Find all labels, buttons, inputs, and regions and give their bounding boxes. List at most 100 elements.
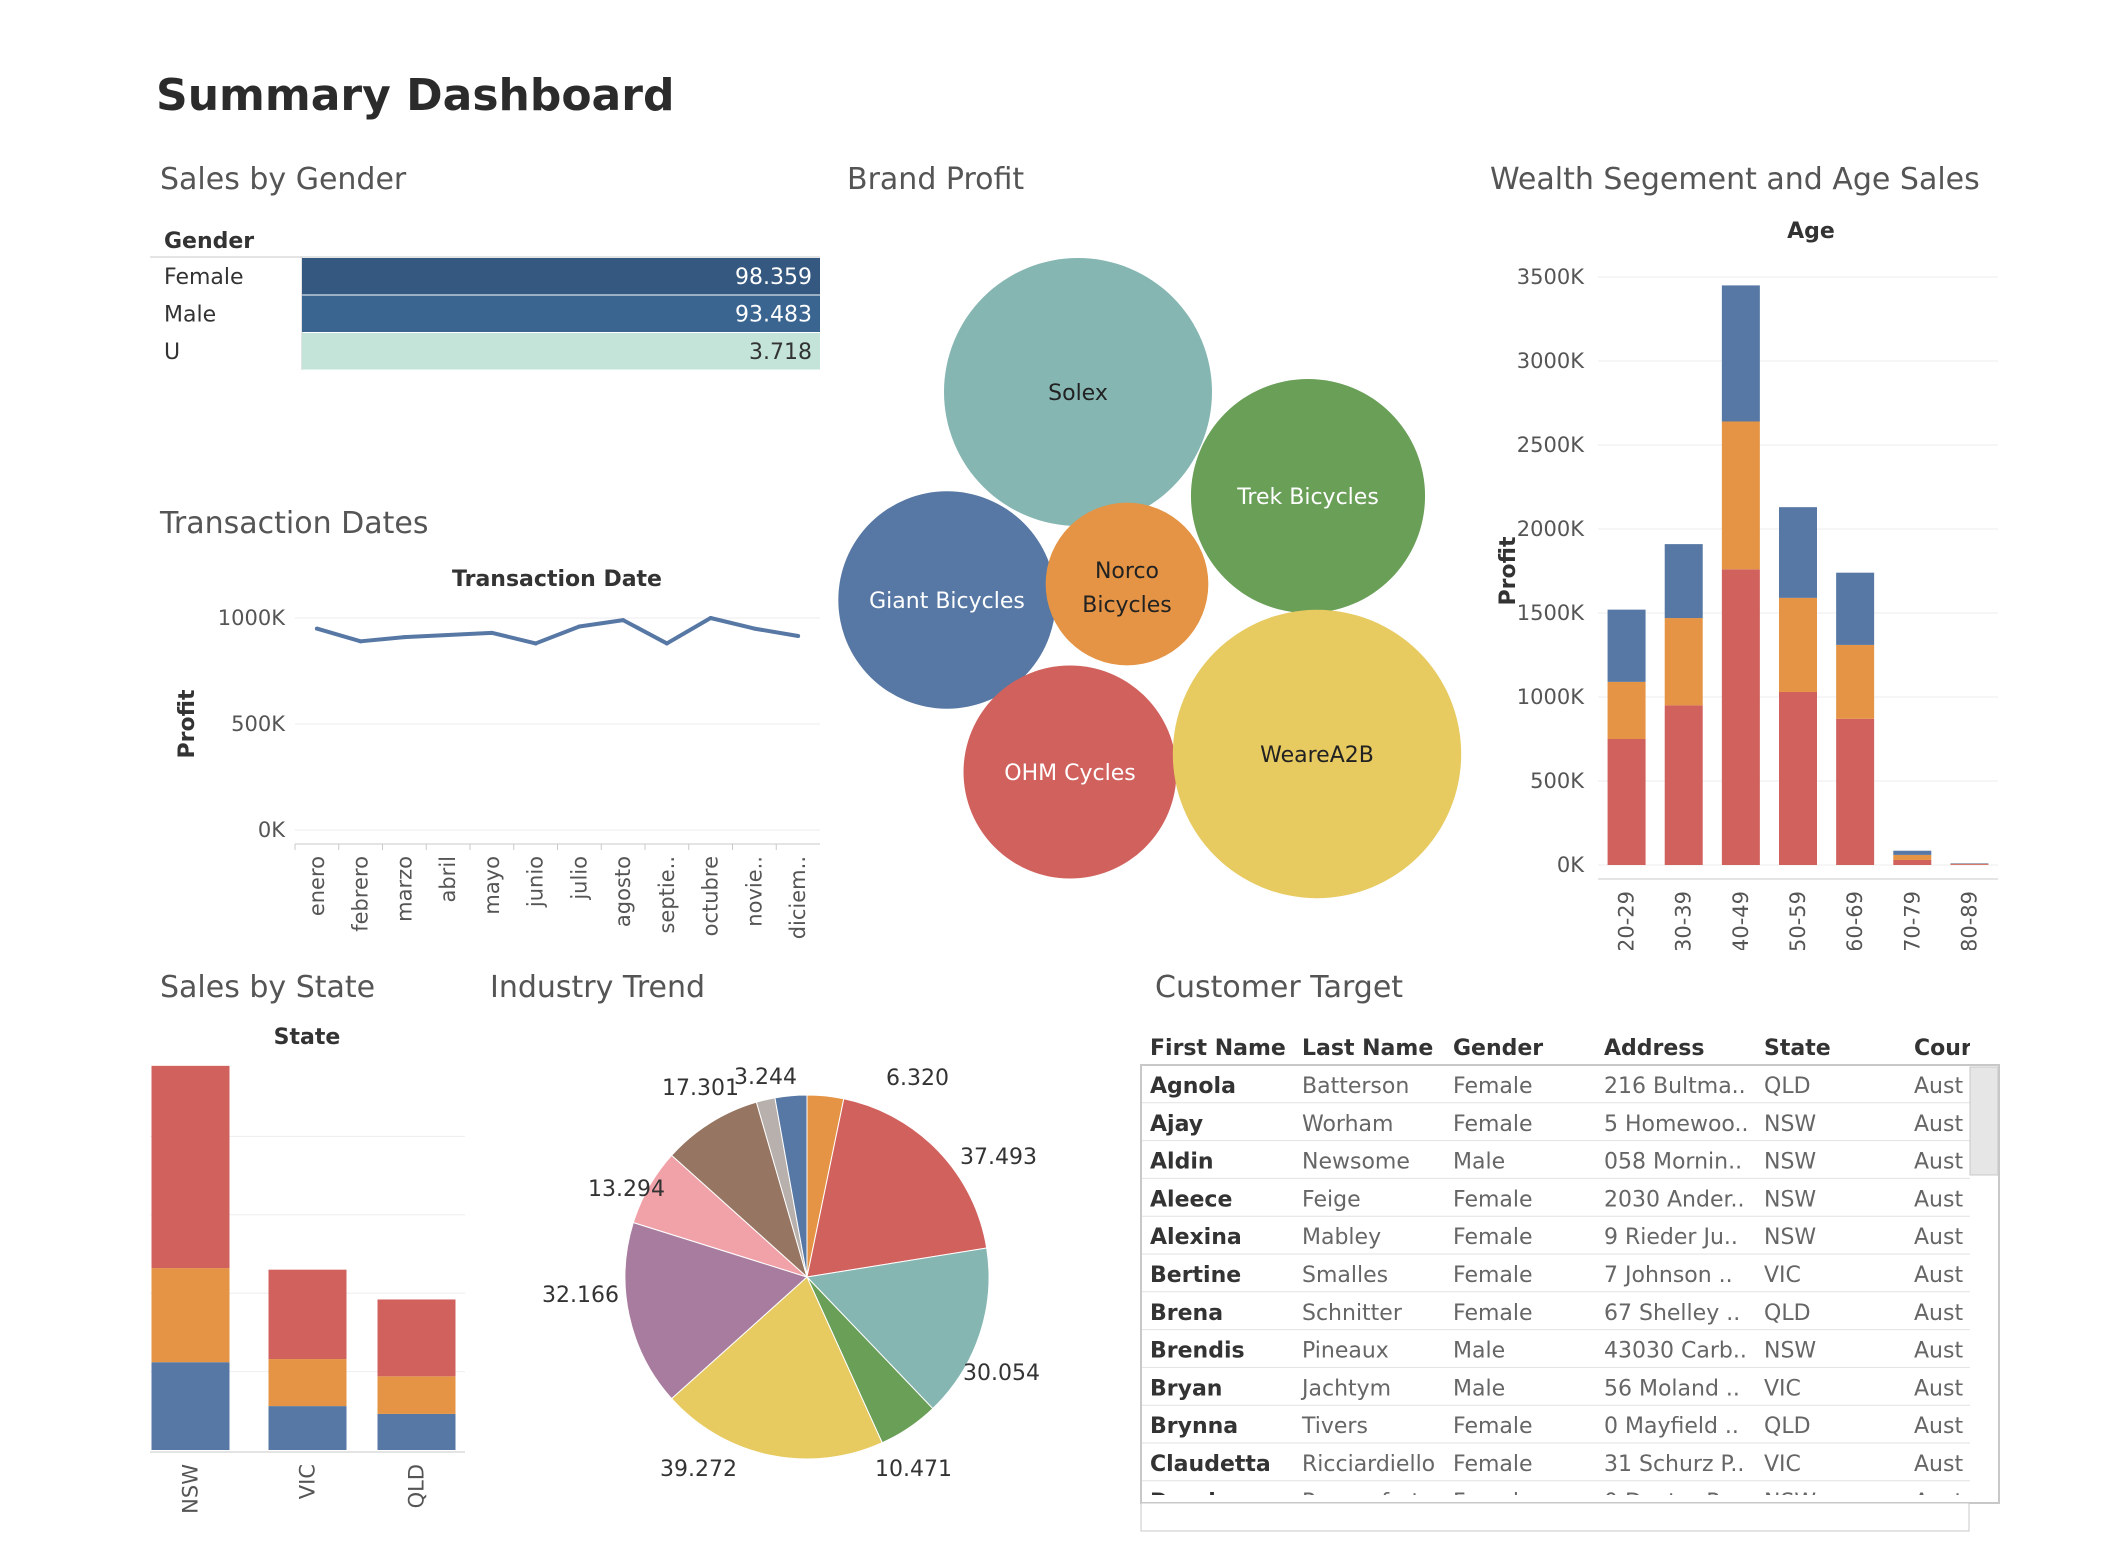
- table-cell: NSW: [1764, 1339, 1816, 1364]
- table-row[interactable]: Agnola Batterson Female 216 Bultma.. QLD Aust: [1140, 1074, 1970, 1104]
- table-cell: Aust: [1914, 1263, 1963, 1288]
- dates-point: [752, 626, 757, 631]
- sales-by-gender-title: Sales by Gender: [160, 162, 407, 197]
- table-cell: 7 Johnson ..: [1604, 1263, 1733, 1288]
- wealth-ytick: 3500K: [1517, 265, 1585, 289]
- table-horizontal-scrollbar[interactable]: [1140, 1502, 1970, 1532]
- table-row[interactable]: Brendis Pineaux Male 43030 Carb.. NSW Aust: [1140, 1339, 1970, 1368]
- wealth-bar-40-49-blue: [1721, 285, 1760, 422]
- column-header: State: [1764, 1036, 1831, 1061]
- table-row[interactable]: Brynna Tivers Female 0 Mayfield .. QLD Aust: [1140, 1414, 1970, 1444]
- dates-xtick: diciem..: [786, 856, 810, 939]
- dates-point: [664, 641, 669, 646]
- table-cell: Aust: [1914, 1225, 1963, 1250]
- table-cell: Tivers: [1301, 1414, 1368, 1439]
- wealth-ytick: 0K: [1557, 853, 1585, 877]
- wealth-bar-60-69-red: [1836, 718, 1875, 865]
- table-cell: Ajay: [1150, 1112, 1203, 1137]
- dates-point: [358, 639, 363, 644]
- dates-xtick: agosto: [611, 856, 635, 927]
- dates-point: [446, 632, 451, 637]
- table-row[interactable]: Brena Schnitter Female 67 Shelley .. QLD Aust: [1140, 1301, 1970, 1331]
- dates-point: [314, 626, 319, 631]
- column-header: Address: [1604, 1036, 1704, 1061]
- table-cell: Aldin: [1150, 1150, 1214, 1175]
- table-cell: NSW: [1764, 1187, 1816, 1212]
- table-row[interactable]: Bryan Jachtym Male 56 Moland .. VIC Aust: [1140, 1376, 1970, 1406]
- dates-point: [708, 616, 713, 620]
- table-cell: 43030 Carb..: [1604, 1339, 1747, 1364]
- wealth-bar-20-29-blue: [1607, 609, 1646, 682]
- wealth-bar-80-89-blue: [1950, 863, 1989, 864]
- table-cell: Aust: [1914, 1074, 1963, 1099]
- wealth-ytick: 2000K: [1517, 517, 1585, 541]
- state-xtick: NSW: [179, 1464, 203, 1514]
- table-cell: VIC: [1764, 1263, 1801, 1288]
- pie-label: 32.166: [542, 1283, 619, 1308]
- dates-xtick: febrero: [349, 856, 373, 932]
- table-cell: Brena: [1150, 1301, 1223, 1326]
- table-row[interactable]: Aldin Newsome Male 058 Mornin.. NSW Aust: [1140, 1150, 1970, 1179]
- wealth-bar-70-79-blue: [1893, 850, 1932, 855]
- table-cell: Feige: [1302, 1187, 1361, 1212]
- table-cell: Male: [1453, 1339, 1505, 1364]
- customer-target-table[interactable]: First Name Last Name Gender Address State Cou…: [1140, 1025, 2010, 1535]
- pie-label: 37.493: [960, 1145, 1037, 1170]
- table-cell: Smalles: [1302, 1263, 1388, 1288]
- table-cell: Aust: [1914, 1339, 1963, 1364]
- gender-value: 3.718: [749, 340, 812, 365]
- table-cell: 31 Schurz P..: [1604, 1452, 1744, 1477]
- table-cell: 2030 Ander..: [1604, 1187, 1745, 1212]
- table-cell: 216 Bultma..: [1604, 1074, 1746, 1099]
- pie-label: 6.320: [886, 1066, 949, 1091]
- table-row[interactable]: Bertine Smalles Female 7 Johnson .. VIC Aust: [1140, 1263, 1970, 1293]
- table-row[interactable]: Aleece Feige Female 2030 Ander.. NSW Aust: [1140, 1187, 1970, 1217]
- gender-label: Female: [164, 265, 244, 290]
- table-row[interactable]: Claudetta Ricciardiello Female 31 Schurz P.…: [1140, 1452, 1970, 1482]
- wealth-bar-60-69-orange: [1836, 644, 1875, 719]
- table-row[interactable]: Alexina Mabley Female 9 Rieder Ju.. NSW Aust: [1140, 1225, 1970, 1255]
- bubble-label: Trek Bicycles: [1236, 485, 1379, 510]
- state-bar-VIC-orange: [268, 1359, 347, 1407]
- state-bar-QLD-orange: [377, 1376, 456, 1414]
- wealth-xtick: 20-29: [1615, 891, 1639, 950]
- table-cell: Brendis: [1150, 1339, 1245, 1364]
- table-cell: 9 Rieder Ju..: [1604, 1225, 1738, 1250]
- wealth-bar-70-79-orange: [1893, 854, 1932, 860]
- table-cell: Aust: [1914, 1452, 1963, 1477]
- gender-bar-u: [302, 333, 820, 370]
- wealth-bar-20-29-red: [1607, 739, 1646, 865]
- dates-point: [489, 630, 494, 635]
- table-cell: Aust: [1914, 1414, 1963, 1439]
- pie-label: 13.294: [588, 1177, 665, 1202]
- state-bar-VIC-red: [268, 1269, 347, 1360]
- state-xtick: VIC: [296, 1464, 320, 1499]
- dates-ytick: 0K: [258, 818, 286, 842]
- table-cell: Newsome: [1302, 1150, 1410, 1175]
- state-bar-QLD-red: [377, 1299, 456, 1377]
- bubble-label: Norco: [1095, 559, 1159, 584]
- wealth-xtick: 70-79: [1900, 891, 1924, 950]
- table-row[interactable]: Ajay Worham Female 5 Homewoo.. NSW Aust: [1140, 1112, 1970, 1142]
- table-cell: Female: [1453, 1263, 1533, 1288]
- dates-xtick: mayo: [480, 856, 504, 915]
- dates-xtick: novie..: [742, 856, 766, 927]
- state-bar-NSW-blue: [151, 1362, 230, 1450]
- wealth-bar-30-39-red: [1664, 705, 1703, 865]
- table-cell: Brynna: [1150, 1414, 1238, 1439]
- sales-by-state-chart: State NSW VIC QLD: [150, 1025, 465, 1514]
- table-cell: 67 Shelley ..: [1604, 1301, 1740, 1326]
- table-cell: 5 Homewoo..: [1604, 1112, 1748, 1137]
- table-cell: QLD: [1764, 1074, 1811, 1099]
- pie-label: 30.054: [963, 1361, 1040, 1386]
- industry-trend-chart: 6.320 37.493 30.054 10.471 39.272 32.166 13.29…: [542, 1065, 1040, 1482]
- wealth-bar-50-59-orange: [1779, 597, 1817, 692]
- dates-xtick: junio: [524, 856, 548, 908]
- page-title: Summary Dashboard: [156, 70, 675, 121]
- pie-label: 3.244: [734, 1065, 797, 1090]
- wealth-bar-50-59-blue: [1779, 507, 1817, 598]
- table-cell: Male: [1453, 1150, 1505, 1175]
- table-scrollbar[interactable]: [1969, 1066, 1999, 1176]
- industry-trend-title: Industry Trend: [490, 970, 706, 1005]
- dates-ytick: 500K: [231, 712, 286, 736]
